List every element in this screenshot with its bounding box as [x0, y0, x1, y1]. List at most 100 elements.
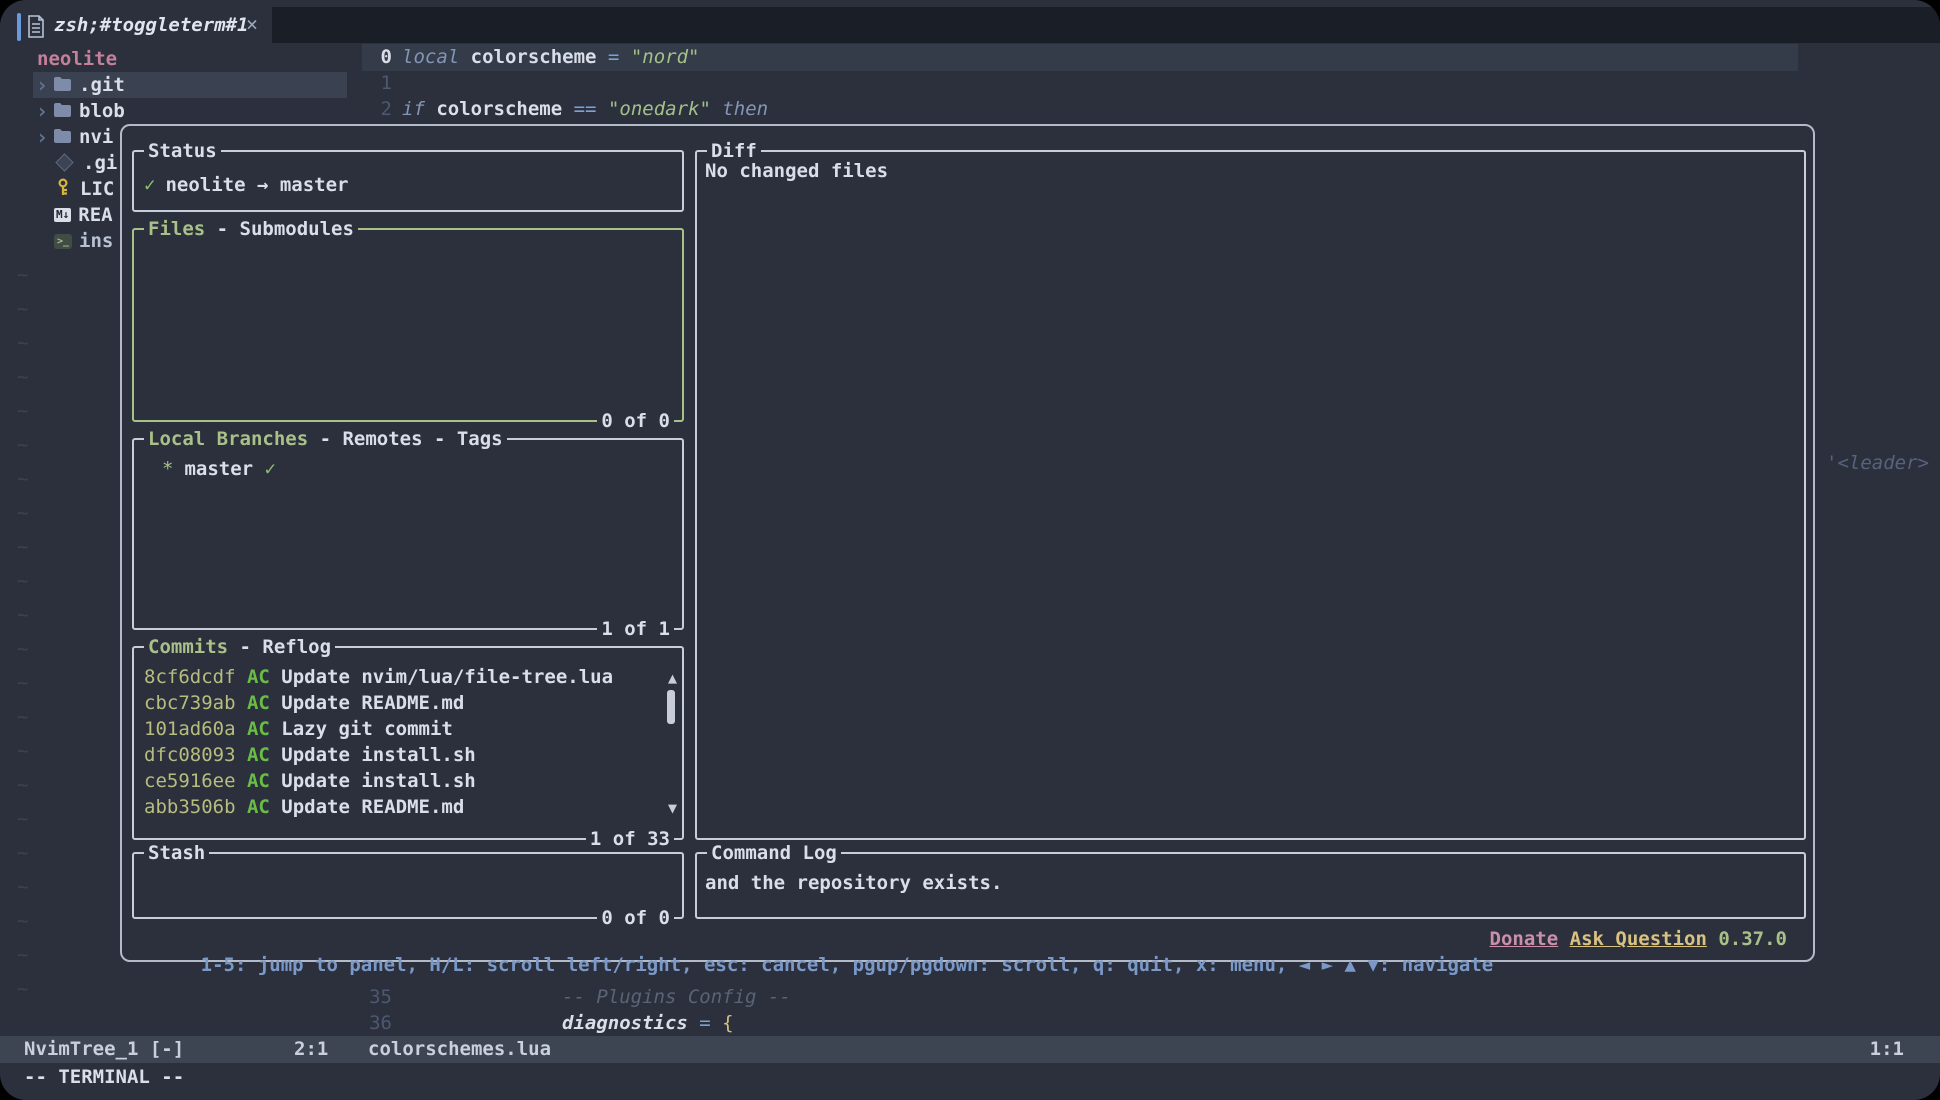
tilde-marker: ~	[17, 942, 28, 968]
folder-icon	[54, 102, 71, 121]
code-token: "nord"	[631, 46, 700, 68]
commit-row[interactable]: ce5916ee AC Update install.sh	[144, 768, 476, 794]
sidebar-item-label: .gi	[83, 150, 117, 176]
panel-title: Stash	[144, 840, 209, 866]
scroll-up-icon[interactable]: ▲	[668, 670, 677, 686]
commit-row[interactable]: 101ad60a AC Lazy git commit	[144, 716, 453, 742]
lazygit-float-window: Status ✓neolite → master Files - Submodu…	[120, 124, 1815, 962]
code-token: then	[722, 98, 768, 120]
tilde-marker: ~	[17, 738, 28, 764]
markdown-icon: M↓	[54, 208, 71, 222]
tilde-marker: ~	[17, 568, 28, 594]
statusline-right-position: 1:1	[1870, 1036, 1904, 1063]
mode-indicator: -- TERMINAL --	[24, 1064, 184, 1090]
commit-row[interactable]: 8cf6dcdf AC Update nvim/lua/file-tree.lu…	[144, 664, 613, 690]
terminal-icon: >_	[54, 234, 72, 249]
lazygit-status-panel[interactable]: Status ✓neolite → master	[132, 150, 684, 212]
code-token: diagnostics	[562, 1012, 699, 1034]
commit-message: Update README.md	[281, 796, 464, 818]
statusline: NvimTree_1 [-] 2:1 colorschemes.lua 1:1	[0, 1036, 1940, 1063]
panel-title-active: Local Branches	[148, 428, 308, 450]
filetree-root-label[interactable]: neolite	[37, 46, 117, 72]
commit-message: Update nvim/lua/file-tree.lua	[281, 666, 613, 688]
neovim-window: zsh;#toggleterm#1 × 0 local colorscheme …	[0, 0, 1940, 1100]
key-icon	[56, 178, 71, 201]
sidebar-item-label: .git	[79, 72, 125, 98]
tab-active-indicator	[17, 13, 21, 41]
folder-icon	[54, 76, 71, 95]
line-number: 35	[352, 984, 392, 1010]
commit-author-initials: AC	[247, 770, 281, 792]
sidebar-item-readme[interactable]: M↓ REA	[54, 202, 113, 228]
lazygit-diff-panel[interactable]: Diff No changed files	[695, 150, 1806, 840]
sidebar-item-license[interactable]: LIC	[56, 176, 114, 202]
command-log-content: and the repository exists.	[705, 870, 1002, 896]
line-number: 36	[352, 1010, 392, 1036]
code-line-2: if colorscheme == "onedark" then	[402, 96, 768, 122]
sidebar-item-install[interactable]: >_ ins	[54, 228, 113, 254]
panel-title: Command Log	[707, 840, 841, 866]
lazygit-stash-panel[interactable]: Stash 0 of 0	[132, 852, 684, 919]
commit-row[interactable]: abb3506b AC Update README.md	[144, 794, 464, 820]
sidebar-item-blob-folder[interactable]: › blob	[36, 98, 125, 124]
file-icon	[27, 15, 45, 42]
statusline-cursor-position: 2:1	[294, 1036, 328, 1063]
line-number: 1	[360, 70, 392, 96]
tilde-marker: ~	[17, 772, 28, 798]
lazygit-commits-panel[interactable]: Commits - Reflog 8cf6dcdf AC Update nvim…	[132, 646, 684, 840]
line-number: 0	[360, 44, 392, 70]
tab-terminal[interactable]: zsh;#toggleterm#1	[54, 14, 248, 36]
keybinding-hints: 1-5: jump to panel, H/L: scroll left/rig…	[201, 954, 1494, 976]
tilde-marker: ~	[17, 806, 28, 832]
tilde-marker: ~	[17, 432, 28, 458]
code-token: colorscheme	[471, 46, 608, 68]
lazygit-keybindings-bar: 1-5: jump to panel, H/L: scroll left/rig…	[132, 926, 1801, 952]
status-branch-text: neolite → master	[165, 174, 348, 196]
statusline-filename: colorschemes.lua	[368, 1036, 551, 1063]
tilde-marker: ~	[17, 670, 28, 696]
tilde-marker: ~	[17, 534, 28, 560]
terminal-screen: zsh;#toggleterm#1 × 0 local colorscheme …	[0, 0, 1940, 1100]
panel-title-active: Files	[148, 218, 205, 240]
code-token: ==	[574, 98, 608, 120]
ask-question-link[interactable]: Ask Question	[1570, 928, 1707, 950]
lazygit-branches-panel[interactable]: Local Branches - Remotes - Tags *master …	[132, 438, 684, 630]
tab-close-icon[interactable]: ×	[246, 12, 258, 36]
sidebar-item-nvim-folder[interactable]: › nvi	[36, 124, 113, 150]
chevron-right-icon: ›	[36, 99, 48, 123]
commits-count: 1 of 33	[586, 826, 674, 852]
tilde-marker: ~	[17, 296, 28, 322]
sidebar-item-git-folder[interactable]: › .git	[36, 72, 125, 98]
scroll-down-icon[interactable]: ▼	[668, 800, 677, 816]
tilde-marker: ~	[17, 262, 28, 288]
code-token: colorscheme	[436, 98, 573, 120]
commit-author-initials: AC	[247, 692, 281, 714]
tilde-marker: ~	[17, 330, 28, 356]
git-icon	[58, 154, 71, 173]
donate-link[interactable]: Donate	[1490, 928, 1559, 950]
keybar-links: Donate Ask Question 0.37.0	[1490, 926, 1787, 952]
commit-message: Lazy git commit	[281, 718, 453, 740]
files-count: 0 of 0	[597, 408, 674, 434]
tilde-marker: ~	[17, 874, 28, 900]
commit-hash: 8cf6dcdf	[144, 666, 247, 688]
line-number: 2	[360, 96, 392, 122]
commit-message: Update install.sh	[281, 744, 475, 766]
commit-hash: ce5916ee	[144, 770, 247, 792]
commit-hash: abb3506b	[144, 796, 247, 818]
check-icon: ✓	[265, 458, 276, 480]
sidebar-item-label: REA	[78, 202, 112, 228]
commit-message: Update README.md	[281, 692, 464, 714]
lazygit-files-panel[interactable]: Files - Submodules 0 of 0	[132, 228, 684, 422]
tilde-marker: ~	[17, 976, 28, 1002]
panel-title-active: Commits	[148, 636, 228, 658]
tilde-marker: ~	[17, 364, 28, 390]
scrollbar-thumb[interactable]	[667, 690, 675, 724]
commit-row[interactable]: dfc08093 AC Update install.sh	[144, 742, 476, 768]
code-token: -- Plugins Config --	[562, 986, 791, 1008]
lazygit-command-log-panel[interactable]: Command Log and the repository exists.	[695, 852, 1806, 919]
branch-star: *	[162, 458, 173, 480]
sidebar-item-gitignore[interactable]: .gi	[56, 150, 117, 176]
commit-row[interactable]: cbc739ab AC Update README.md	[144, 690, 464, 716]
diff-content: No changed files	[705, 158, 888, 184]
